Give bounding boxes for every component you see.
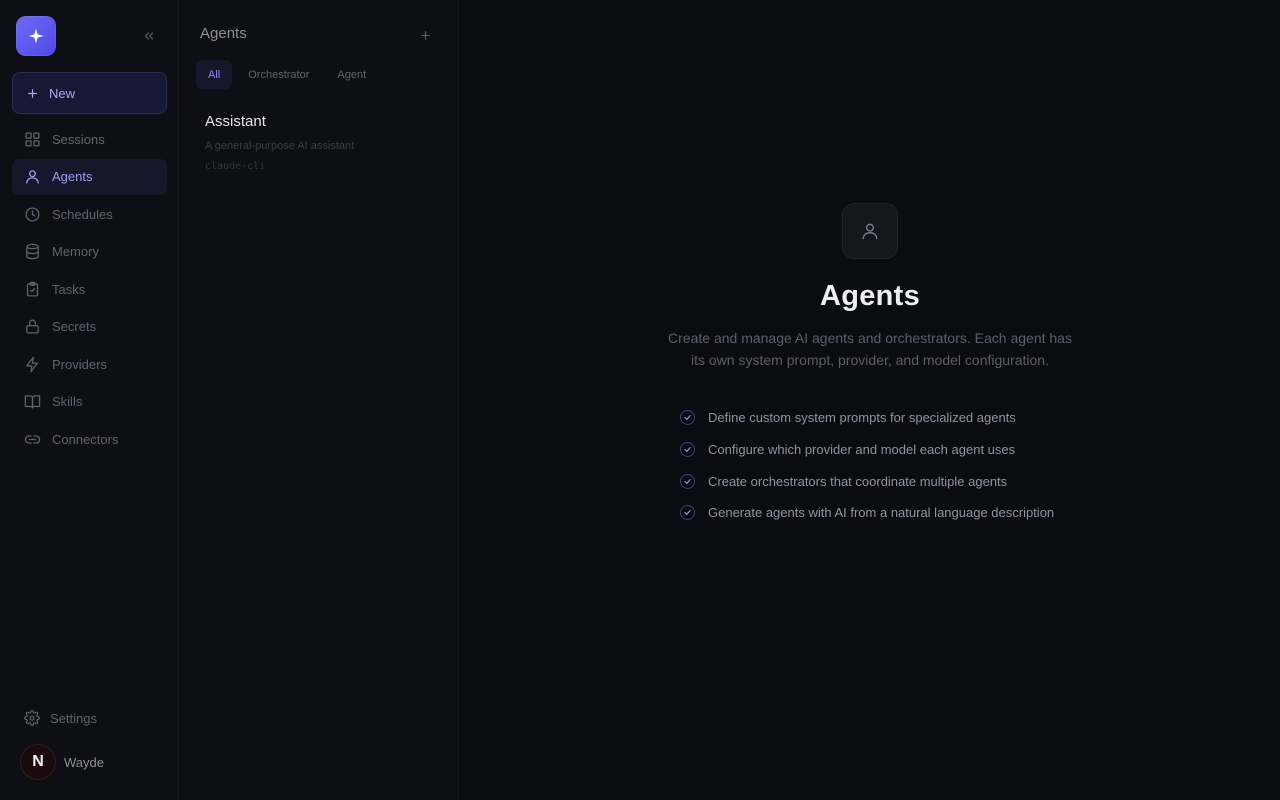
plus-icon [420,30,430,40]
check-circle-icon [680,505,695,521]
list-item: Create orchestrators that coordinate mul… [680,465,1100,497]
bolt-icon [26,356,39,372]
app-logo[interactable] [16,16,56,56]
feature-text: Define custom system prompts for special… [708,410,1016,426]
gear-icon [24,710,40,726]
tab-orchestrator[interactable]: Orchestrator [236,60,321,89]
check-circle-icon [680,473,695,489]
sidebar-item-schedules[interactable]: Schedules [12,196,167,232]
user-icon [862,223,878,240]
agent-description: A general-purpose AI assistant [205,140,355,152]
sidebar: New Sessions Agents Schedules Memory Tas… [0,0,179,800]
sidebar-item-providers[interactable]: Providers [12,346,167,382]
settings-button[interactable]: Settings [24,708,97,728]
sidebar-item-label: Memory [52,244,99,259]
agent-provider: claude-cli [205,161,266,172]
list-item: Configure which provider and model each … [680,434,1100,466]
sidebar-item-label: Sessions [52,131,105,147]
sidebar-item-label: Agents [52,169,93,184]
database-icon [26,243,39,260]
user-profile[interactable]: N Wayde [20,744,104,780]
new-button-label: New [49,85,76,101]
user-icon [26,170,39,184]
agents-list-panel: Agents All Orchestrator Agent Assistant … [180,0,459,800]
agent-filter-tabs: All Orchestrator Agent [196,60,378,89]
page-title: Agents [819,280,921,312]
sidebar-item-label: Secrets [52,319,97,334]
avatar: N [20,744,56,780]
settings-label: Settings [50,710,97,726]
lock-icon [26,319,39,334]
sidebar-item-secrets[interactable]: Secrets [12,309,167,345]
clock-icon [25,206,40,222]
clipboard-check-icon [26,281,39,297]
feature-text: Generate agents with AI from a natural l… [708,505,1055,521]
page-description: Create and manage AI agents and orchestr… [668,330,1072,368]
app-window: New Sessions Agents Schedules Memory Tas… [0,0,1280,800]
add-agent-button[interactable] [416,26,434,44]
sparkle-icon [28,28,44,44]
feature-text: Create orchestrators that coordinate mul… [708,473,1008,489]
empty-state-icon-container [842,203,898,259]
sidebar-item-tasks[interactable]: Tasks [12,271,167,307]
feature-text: Configure which provider and model each … [708,442,1016,458]
agent-name: Assistant [205,113,266,130]
panel-title: Agents [200,25,247,42]
new-button[interactable]: New [12,72,167,114]
list-item: Define custom system prompts for special… [680,402,1100,434]
agent-list-item[interactable]: Assistant A general-purpose AI assistant… [196,105,443,185]
user-name: Wayde [64,754,104,770]
sidebar-item-memory[interactable]: Memory [12,234,167,270]
sidebar-item-sessions[interactable]: Sessions [12,121,167,157]
list-item: Generate agents with AI from a natural l… [680,497,1100,529]
chevrons-left-icon [144,32,154,40]
tab-agent[interactable]: Agent [325,60,378,89]
sidebar-item-label: Schedules [52,206,113,222]
sidebar-item-label: Connectors [52,431,119,447]
feature-list: Define custom system prompts for special… [680,402,1100,529]
sidebar-item-label: Tasks [52,281,86,297]
sidebar-item-agents[interactable]: Agents [12,158,167,195]
sidebar-item-skills[interactable]: Skills [12,384,167,420]
check-circle-icon [680,442,695,458]
sidebar-item-label: Providers [52,356,107,372]
sidebar-item-connectors[interactable]: Connectors [12,421,167,457]
collapse-sidebar-button[interactable] [140,27,158,45]
tab-all[interactable]: All [196,60,233,89]
grid-icon [25,131,40,147]
main-content: Agents Create and manage AI agents and o… [460,0,1280,800]
check-circle-icon [680,410,695,426]
link-icon [24,434,41,444]
plus-icon [28,88,37,98]
book-icon [24,395,41,409]
sidebar-nav: Sessions Agents Schedules Memory Tasks S… [12,121,167,459]
sidebar-item-label: Skills [52,394,83,409]
